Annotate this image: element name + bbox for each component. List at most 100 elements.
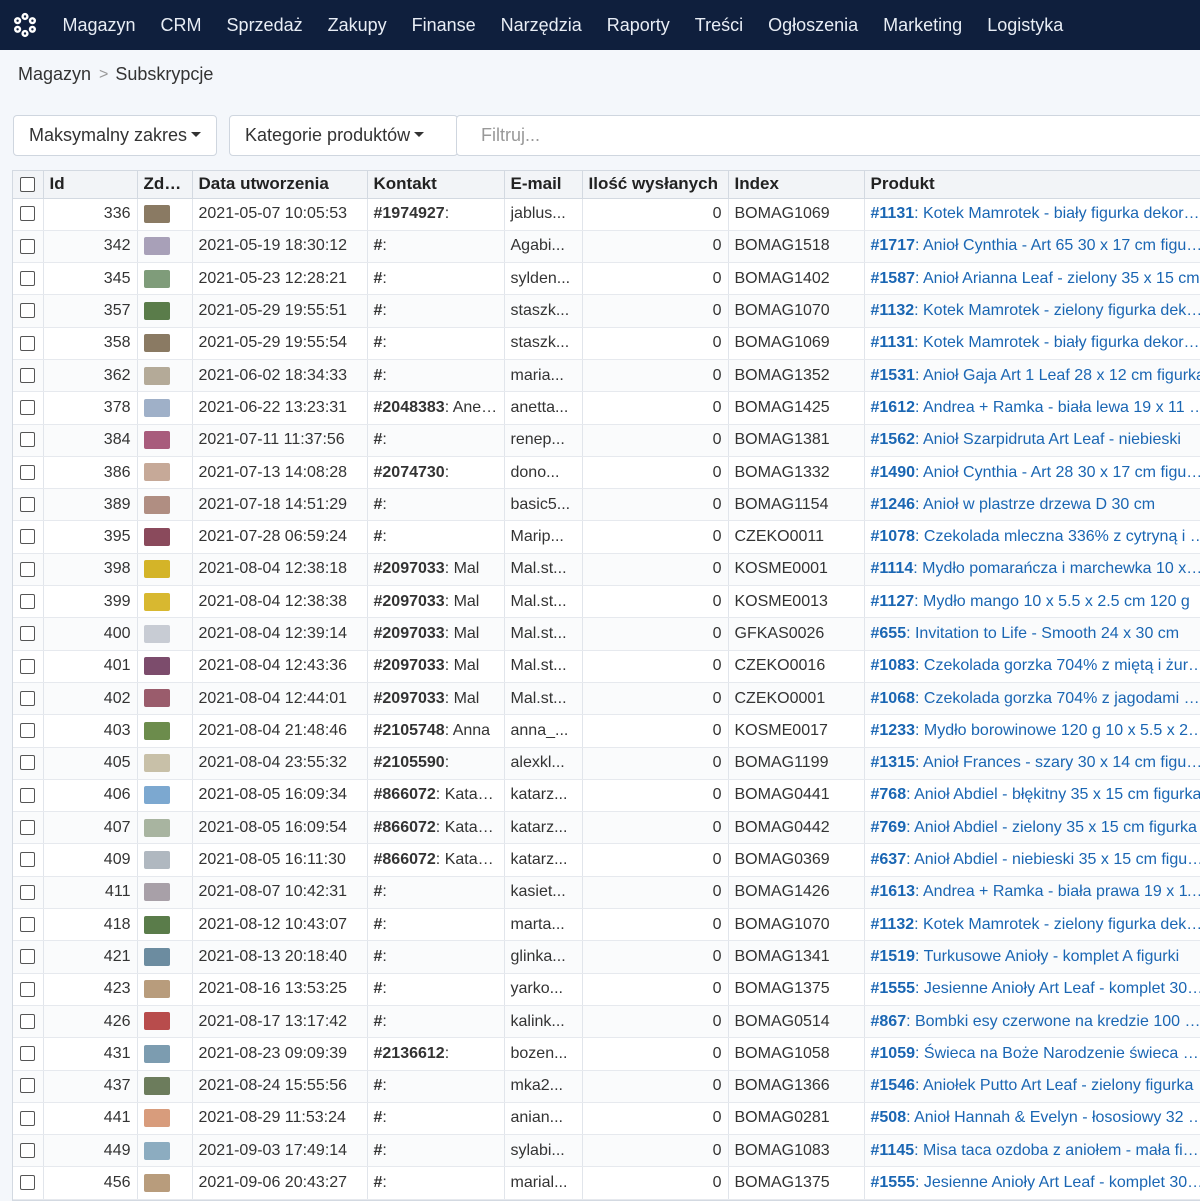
nav-item-8[interactable]: Ogłoszenia [756,0,871,50]
product-name[interactable]: : Anioł Cynthia - Art 28 30 x 17 cm figu… [915,464,1200,481]
product-thumbnail[interactable] [143,463,170,482]
cell-photo[interactable] [137,940,193,974]
row-checkbox[interactable] [13,779,44,813]
product-name[interactable]: : Anioł Frances - szary 30 x 14 cm figur… [915,754,1200,771]
cell-photo[interactable] [137,294,193,328]
table-row[interactable]: 362 2021-06-02 18:34:33 #: maria... 0 BOMAG13… [13,359,1200,393]
product-name[interactable]: : Mydło mango 10 x 5.5 x 2.5 cm 120 g [914,593,1190,610]
product-name[interactable]: : Anioł w plastrze drzewa D 30 cm [915,496,1155,513]
cell-product[interactable]: #1315: Anioł Frances - szary 30 x 14 cm … [864,747,1200,780]
row-checkbox[interactable] [13,747,44,780]
product-id[interactable]: #1587 [871,270,916,287]
cell-product[interactable]: #1145: Misa taca ozdoba z aniołem - mała… [864,1134,1200,1168]
cell-photo[interactable] [137,843,193,877]
logo-icon[interactable] [0,0,50,50]
product-thumbnail[interactable] [143,205,170,224]
cell-product[interactable]: #1519: Turkusowe Anioły - komplet A figu… [864,940,1200,974]
contact-id[interactable]: #866072 [374,851,436,868]
column-header-index[interactable]: Index [728,171,865,199]
contact-id[interactable]: #866072 [374,786,436,803]
cell-product[interactable]: #1127: Mydło mango 10 x 5.5 x 2.5 cm 120… [864,585,1200,619]
product-id[interactable]: #769 [871,819,907,836]
table-row[interactable]: 358 2021-05-29 19:55:54 #: staszk... 0 BOMAG1… [13,327,1200,360]
cell-product[interactable]: #1531: Anioł Gaja Art 1 Leaf 28 x 12 cm … [864,359,1200,393]
nav-item-5[interactable]: Narzędzia [488,0,594,50]
contact-id[interactable]: #2048383 [374,399,445,416]
row-checkbox[interactable] [13,1134,44,1168]
product-thumbnail[interactable] [143,334,170,353]
table-row[interactable]: 403 2021-08-04 21:48:46 #2105748: Anna anna… [13,714,1200,748]
cell-product[interactable]: #768: Anioł Abdiel - błękitny 35 x 15 cm… [864,779,1200,813]
product-id[interactable]: #1083 [871,657,916,674]
contact-id[interactable]: #2105748 [374,722,445,739]
table-row[interactable]: 400 2021-08-04 12:39:14 #2097033: Mal Mal.s… [13,617,1200,651]
row-checkbox[interactable] [13,1070,44,1103]
cell-contact[interactable]: #: [367,1166,505,1200]
table-row[interactable]: 4062021-08-05 16:09:34#866072: Katarzyna… [13,779,1200,813]
cell-contact[interactable]: #: [367,940,505,974]
product-id[interactable]: #1068 [871,690,916,707]
table-row[interactable]: 441 2021-08-29 11:53:24 #: anian... 0 BOMAG02… [13,1102,1200,1136]
product-thumbnail[interactable] [143,398,170,417]
product-id[interactable]: #1145 [871,1142,915,1159]
cell-contact[interactable]: #: [367,520,505,554]
cell-product[interactable]: #1546: Aniołek Putto Art Leaf - zielony … [864,1070,1200,1103]
cell-photo[interactable] [137,327,193,360]
select-all-checkbox[interactable] [13,171,44,199]
table-row[interactable]: 426 2021-08-17 13:17:42 #: kalink... 0 BOMAG0… [13,1005,1200,1039]
breadcrumb-root[interactable]: Magazyn [18,64,91,85]
cell-product[interactable]: #655: Invitation to Life - Smooth 24 x 3… [864,617,1200,651]
product-thumbnail[interactable] [143,1012,170,1031]
row-checkbox[interactable] [13,973,44,1006]
cell-contact[interactable]: #2048383: Anetta [367,391,505,425]
cell-contact[interactable]: #2097033: Mal [367,585,505,619]
cell-photo[interactable] [137,456,193,490]
range-dropdown[interactable]: Maksymalny zakres [13,115,217,156]
table-row[interactable]: 398 2021-08-04 12:38:18 #2097033: Mal Mal.s… [13,553,1200,587]
cell-product[interactable]: #1131: Kotek Mamrotek - biały figurka de… [864,327,1200,360]
product-name[interactable]: : Anioł Abdiel - niebieski 35 x 15 cm fi… [906,851,1200,868]
cell-product[interactable]: #508: Anioł Hannah & Evelyn - łososiowy … [864,1102,1200,1136]
table-row[interactable]: 378 2021-06-22 13:23:31 #2048383: Anetta an… [13,391,1200,425]
cell-contact[interactable]: #2097033: Mal [367,553,505,587]
cell-contact[interactable]: #: [367,230,505,264]
cell-photo[interactable] [137,1166,193,1200]
product-id[interactable]: #1059 [871,1045,916,1062]
product-id[interactable]: #1490 [871,464,916,481]
product-id[interactable]: #1078 [871,528,916,545]
table-row[interactable]: 4072021-08-05 16:09:54#866072: Katarzyna… [13,811,1200,845]
nav-item-2[interactable]: Sprzedaż [214,0,315,50]
cell-photo[interactable] [137,424,193,457]
product-name[interactable]: : Mydło pomarańcza i marchewka 10 x 5.5 … [913,560,1200,577]
cell-contact[interactable]: #: [367,262,505,296]
cell-photo[interactable] [137,973,193,1006]
product-thumbnail[interactable] [143,366,170,385]
product-thumbnail[interactable] [143,786,170,805]
cell-contact[interactable]: #: [367,294,505,328]
table-row[interactable]: 342 2021-05-19 18:30:12 #: Agabi... 0 BOMAG15… [13,230,1200,264]
row-checkbox[interactable] [13,198,44,231]
product-thumbnail[interactable] [143,915,170,934]
column-header-photo[interactable]: Zdjęcie [137,171,193,199]
table-row[interactable]: 431 2021-08-23 09:09:39 #2136612: bozen... 0… [13,1037,1200,1071]
table-row[interactable]: 401 2021-08-04 12:43:36 #2097033: Mal Mal.s… [13,650,1200,683]
row-checkbox[interactable] [13,714,44,748]
cell-product[interactable]: #1246: Anioł w plastrze drzewa D 30 cm [864,488,1200,522]
table-row[interactable]: 386 2021-07-13 14:08:28 #2074730: dono... 0 B… [13,456,1200,490]
table-row[interactable]: 421 2021-08-13 20:18:40 #: glinka... 0 BOMAG1… [13,940,1200,974]
product-name[interactable]: : Jesienne Anioły Art Leaf - komplet 30 … [915,980,1200,997]
cell-contact[interactable]: #1974927: [367,198,505,231]
cell-photo[interactable] [137,391,193,425]
cell-photo[interactable] [137,1102,193,1136]
column-header-product[interactable]: Produkt [864,171,1200,199]
contact-id[interactable]: #1974927 [374,205,445,222]
cell-product[interactable]: #1612: Andrea + Ramka - biała lewa 19 x … [864,391,1200,425]
product-thumbnail[interactable] [143,721,170,740]
product-id[interactable]: #1132 [871,302,915,319]
table-row[interactable]: 336 2021-05-07 10:05:53 #1974927: jablus...… [13,198,1200,231]
table-row[interactable]: 405 2021-08-04 23:55:32 #2105590: alexkl...… [13,747,1200,780]
product-id[interactable]: #768 [871,786,907,803]
table-row[interactable]: 395 2021-07-28 06:59:24 #: Marip... 0 CZEKO00… [13,520,1200,554]
filter-input[interactable]: Filtruj... [456,115,1200,156]
product-thumbnail[interactable] [143,269,170,288]
